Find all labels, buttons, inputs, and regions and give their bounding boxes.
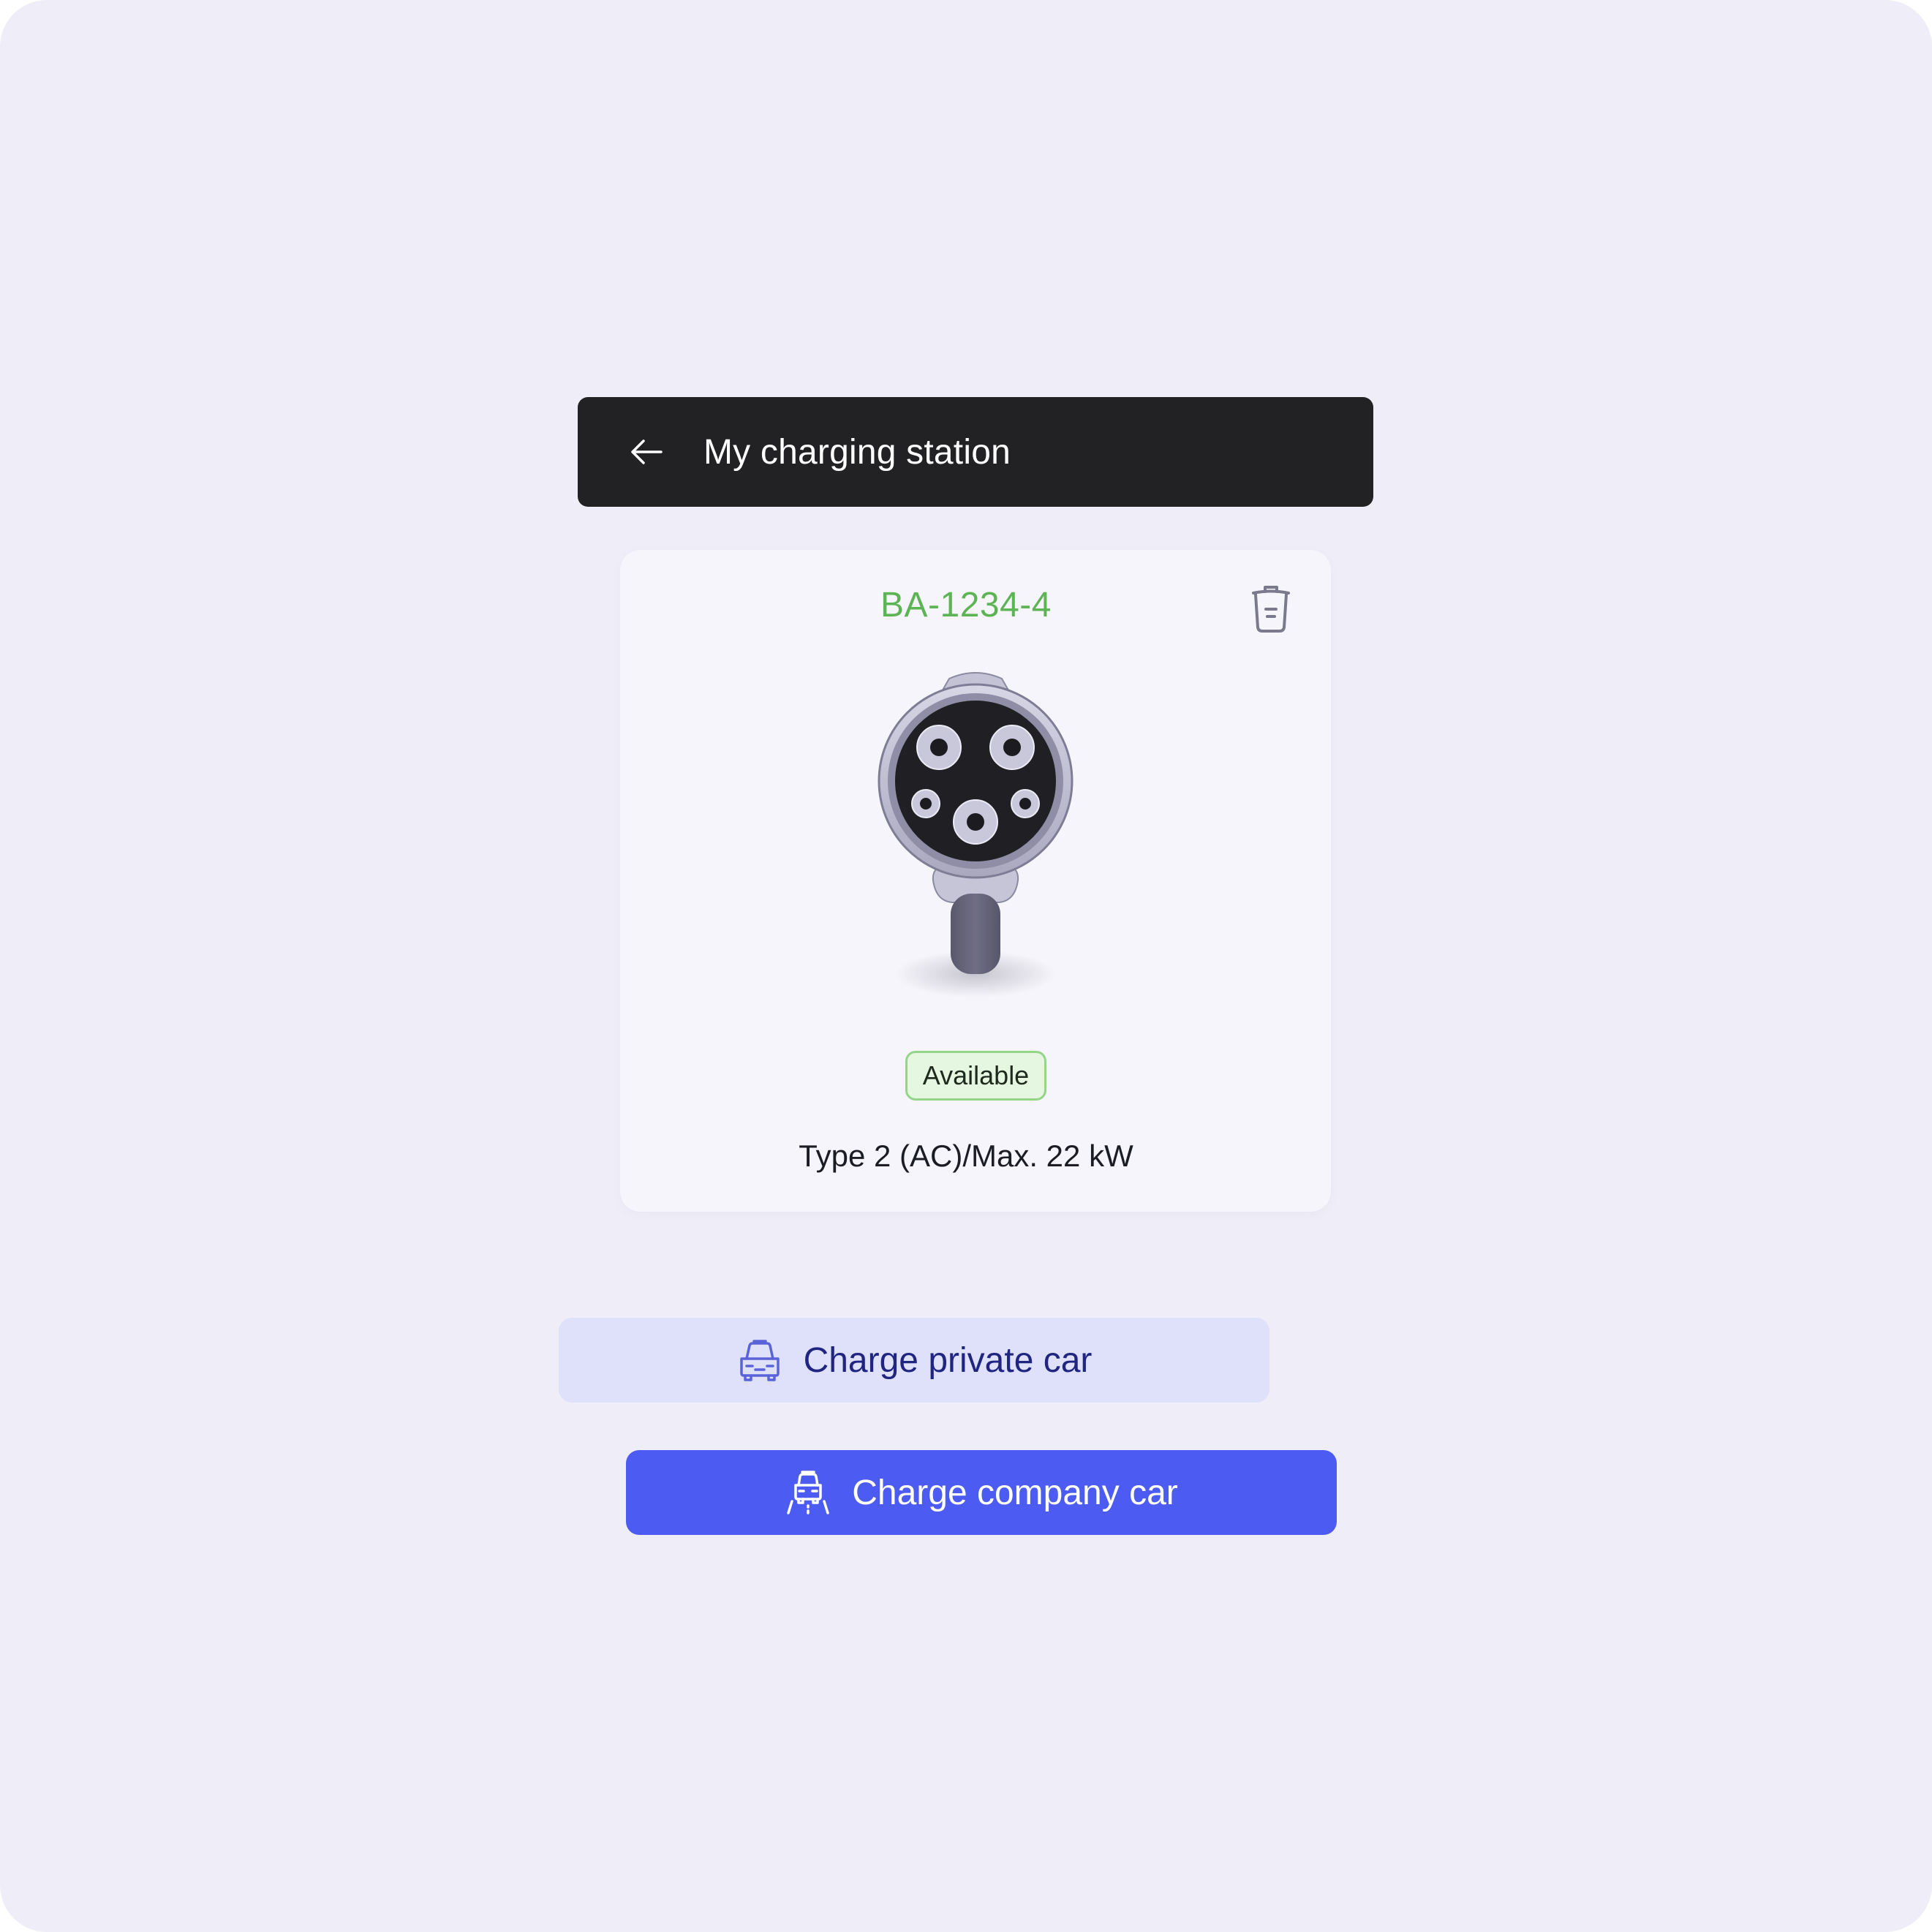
back-button[interactable] bbox=[626, 431, 667, 472]
top-bar: My charging station bbox=[578, 397, 1373, 507]
charge-private-car-button[interactable]: Charge private car bbox=[559, 1318, 1269, 1403]
delete-button[interactable] bbox=[1249, 585, 1293, 633]
trash-icon bbox=[1252, 586, 1290, 633]
status-badge: Available bbox=[905, 1051, 1046, 1101]
arrow-left-icon bbox=[631, 439, 663, 464]
connector-image bbox=[867, 667, 1084, 1003]
connector-info: Type 2 (AC)/Max. 22 kW bbox=[799, 1139, 1133, 1173]
charge-company-car-button[interactable]: Charge company car bbox=[626, 1450, 1337, 1535]
car-on-road-icon bbox=[785, 1469, 831, 1516]
charge-company-car-label: Charge company car bbox=[852, 1473, 1178, 1512]
page-title: My charging station bbox=[703, 432, 1011, 472]
station-id: BA-1234-4 bbox=[880, 586, 1052, 624]
app-screen: My charging station BA-1234-4 Available … bbox=[0, 0, 1932, 1932]
charge-private-car-label: Charge private car bbox=[803, 1340, 1093, 1380]
car-icon bbox=[736, 1337, 783, 1384]
